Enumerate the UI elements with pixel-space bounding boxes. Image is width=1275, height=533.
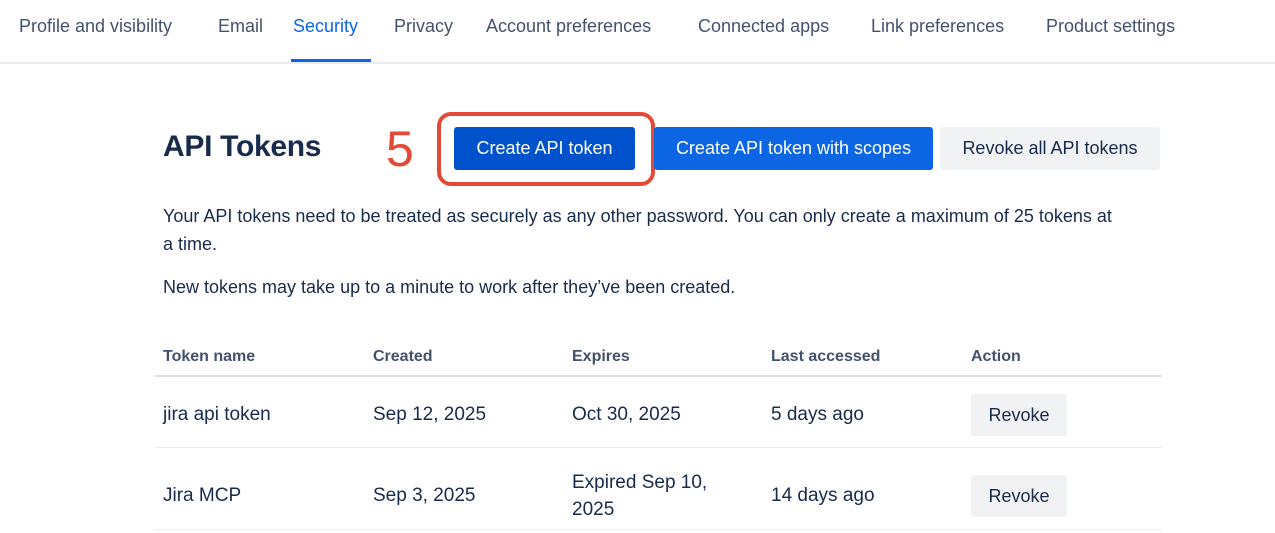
tab-link-preferences[interactable]: Link preferences xyxy=(871,14,1004,38)
tab-product-settings[interactable]: Product settings xyxy=(1046,14,1175,38)
table-row-divider xyxy=(155,447,1162,448)
tab-security[interactable]: Security xyxy=(293,14,358,38)
column-header-action: Action xyxy=(971,348,1021,365)
tab-connected-apps[interactable]: Connected apps xyxy=(698,14,829,38)
tab-privacy[interactable]: Privacy xyxy=(394,14,453,38)
create-api-token-button[interactable]: Create API token xyxy=(454,127,635,170)
description-propagation-note: New tokens may take up to a minute to wo… xyxy=(163,277,736,297)
created-cell: Sep 3, 2025 xyxy=(373,485,476,506)
table-header-divider xyxy=(155,375,1162,377)
revoke-token-button[interactable]: Revoke xyxy=(971,394,1067,436)
expires-cell: Oct 30, 2025 xyxy=(572,404,681,425)
page-title: API Tokens xyxy=(163,130,322,163)
token-name-cell: jira api token xyxy=(163,404,271,425)
token-name-cell: Jira MCP xyxy=(163,485,242,506)
last-accessed-cell: 5 days ago xyxy=(771,404,864,425)
column-header-last-accessed: Last accessed xyxy=(771,348,881,365)
last-accessed-cell: 14 days ago xyxy=(771,485,875,506)
tab-account-preferences[interactable]: Account preferences xyxy=(486,14,651,38)
column-header-created: Created xyxy=(373,348,433,365)
create-api-token-with-scopes-button[interactable]: Create API token with scopes xyxy=(654,127,933,170)
expires-cell: Expired Sep 10, 2025 xyxy=(572,472,708,520)
account-settings-page: Profile and visibility Email Security Pr… xyxy=(0,0,1275,533)
step-annotation-number: 5 xyxy=(386,121,414,177)
created-cell: Sep 12, 2025 xyxy=(373,404,487,425)
tab-profile-and-visibility[interactable]: Profile and visibility xyxy=(19,14,172,38)
revoke-all-api-tokens-button[interactable]: Revoke all API tokens xyxy=(940,127,1160,170)
column-header-expires: Expires xyxy=(572,348,630,365)
active-tab-indicator xyxy=(291,59,371,62)
tab-email[interactable]: Email xyxy=(218,14,263,38)
revoke-token-button[interactable]: Revoke xyxy=(971,475,1067,517)
description-security-note: Your API tokens need to be treated as se… xyxy=(163,206,1112,254)
table-row-divider xyxy=(155,529,1162,530)
settings-tabs: Profile and visibility Email Security Pr… xyxy=(0,0,1275,64)
column-header-token-name: Token name xyxy=(163,348,256,365)
